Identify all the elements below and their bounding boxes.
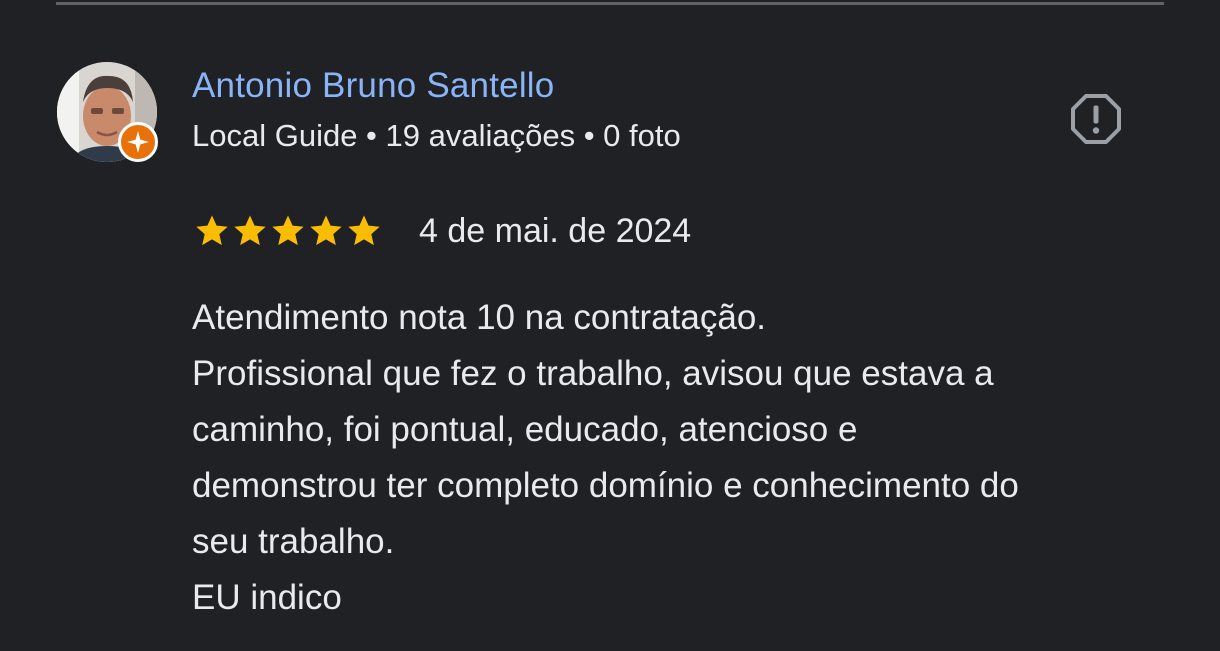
divider [56, 2, 1164, 5]
report-icon[interactable] [1070, 93, 1122, 145]
review-text-line: demonstrou ter completo domínio e conhec… [192, 466, 1019, 505]
review-text-line: Profissional que fez o trabalho, avisou … [192, 354, 994, 393]
star-icon [348, 215, 380, 246]
review-text-line: seu trabalho. [192, 522, 395, 561]
star-icon [272, 215, 304, 246]
reviewer-meta: Local Guide • 19 avaliações • 0 foto [192, 118, 681, 153]
star-icon [234, 215, 266, 246]
star-rating [193, 212, 383, 250]
rating-row: 4 de mai. de 2024 [193, 208, 691, 254]
review-text-line: Atendimento nota 10 na contratação. [192, 298, 767, 337]
review-date: 4 de mai. de 2024 [419, 211, 692, 250]
local-guide-badge-icon [118, 122, 158, 162]
star-icon [196, 215, 228, 246]
review-text: Atendimento nota 10 na contratação. Prof… [192, 290, 1192, 626]
star-icon [310, 215, 342, 246]
review-text-line: caminho, foi pontual, educado, atencioso… [192, 410, 858, 449]
review-card: Antonio Bruno Santello Local Guide • 19 … [0, 0, 1220, 651]
reviewer-name-link[interactable]: Antonio Bruno Santello [192, 66, 554, 106]
review-text-line: EU indico [192, 578, 342, 617]
